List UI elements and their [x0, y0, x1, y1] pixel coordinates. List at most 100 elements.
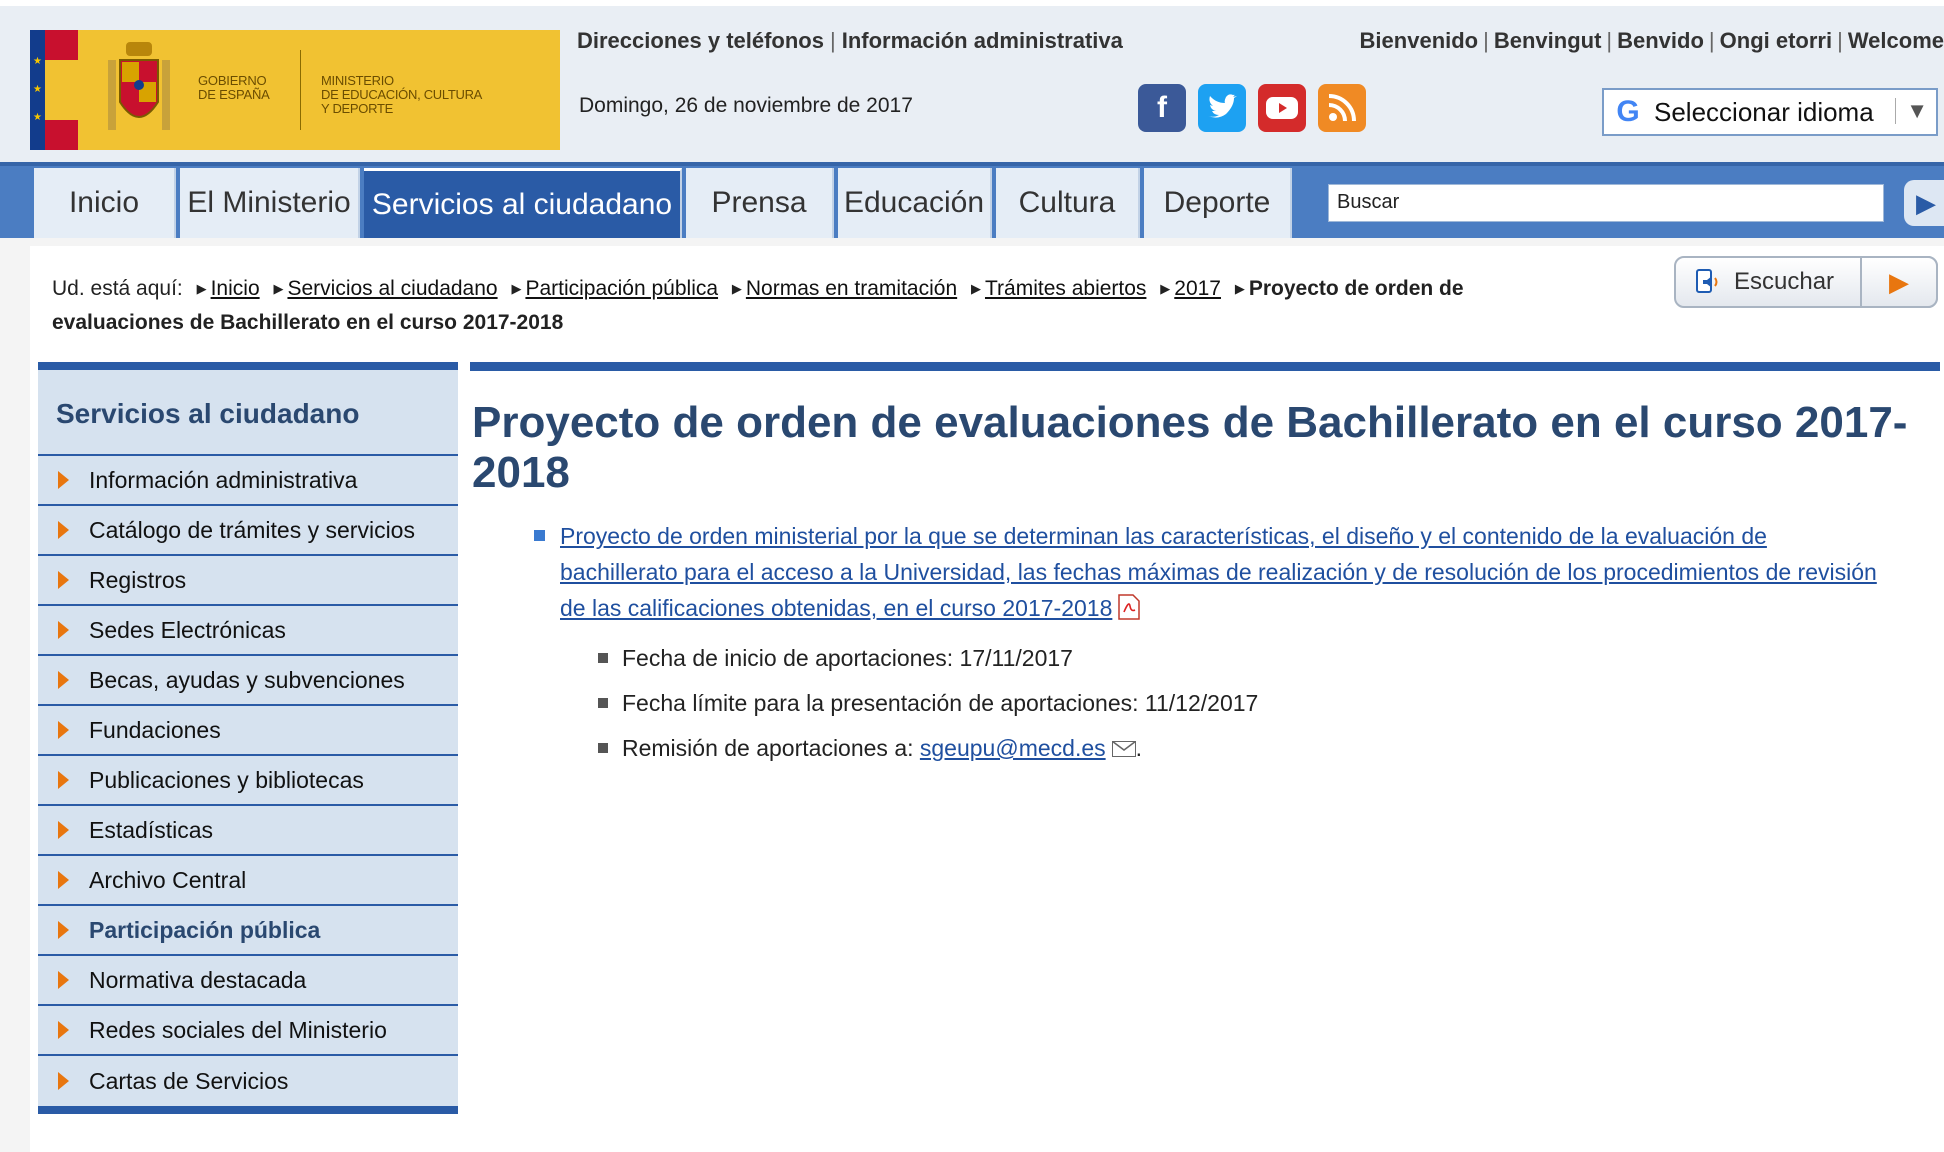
breadcrumb-link-normas[interactable]: Normas en tramitación	[746, 277, 957, 300]
sidebar-item-estadisticas[interactable]: Estadísticas	[38, 806, 458, 856]
sidebar-title: Servicios al ciudadano	[38, 370, 458, 456]
remit-end: .	[1135, 735, 1143, 761]
language-selector-label: Seleccionar idioma	[1654, 96, 1874, 127]
sidebar-item-participacion[interactable]: Participación pública	[38, 906, 458, 956]
sidebar: Servicios al ciudadano Información admin…	[38, 362, 458, 1114]
pdf-icon[interactable]	[1118, 594, 1141, 620]
sidebar-item-normativa[interactable]: Normativa destacada	[38, 956, 458, 1006]
social-links: f	[1138, 84, 1366, 132]
welcome-eu[interactable]: Ongi etorri	[1720, 28, 1832, 53]
chevron-right-icon	[58, 721, 69, 739]
sidebar-item-label: Información administrativa	[89, 466, 358, 493]
search-input[interactable]: Buscar	[1328, 184, 1884, 222]
listen-button[interactable]: Escuchar ▶	[1674, 256, 1938, 308]
site-header: ★ ★ ★ GOBIERNO DE ESPAÑA MINISTERIO DE EDU…	[0, 0, 1944, 162]
document-details: Fecha de inicio de aportaciones: 17/11/2…	[596, 636, 1890, 771]
link-informacion-administrativa[interactable]: Información administrativa	[842, 28, 1123, 53]
main-navigation: Inicio El Ministerio Servicios al ciudad…	[0, 162, 1944, 238]
sidebar-item-label: Redes sociales del Ministerio	[89, 1016, 387, 1043]
listen-label: Escuchar	[1734, 268, 1835, 295]
breadcrumb-link-servicios[interactable]: Servicios al ciudadano	[287, 277, 497, 300]
current-date: Domingo, 26 de noviembre de 2017	[579, 94, 913, 117]
government-logo[interactable]: ★ ★ ★ GOBIERNO DE ESPAÑA MINISTERIO DE EDU…	[30, 30, 560, 150]
chevron-right-icon	[58, 621, 69, 639]
breadcrumb-link-tramites[interactable]: Trámites abiertos	[985, 277, 1146, 300]
chevron-right-icon	[58, 871, 69, 889]
document-list: Proyecto de orden ministerial por la que…	[530, 518, 1890, 771]
chevron-right-icon	[58, 571, 69, 589]
chevron-down-icon: ▼	[1895, 98, 1928, 124]
remit-label: Remisión de aportaciones a:	[622, 735, 914, 761]
sidebar-item-label: Publicaciones y bibliotecas	[89, 766, 364, 793]
sidebar-item-label: Registros	[89, 566, 187, 593]
breadcrumb-link-inicio[interactable]: Inicio	[211, 277, 260, 300]
tab-educacion[interactable]: Educación	[838, 168, 992, 238]
chevron-right-icon	[58, 671, 69, 689]
tab-cultura[interactable]: Cultura	[996, 168, 1140, 238]
chevron-right-icon	[58, 971, 69, 989]
sidebar-item-becas[interactable]: Becas, ayudas y subvenciones	[38, 656, 458, 706]
chevron-right-icon	[58, 771, 69, 789]
chevron-right-icon	[58, 921, 69, 939]
sidebar-item-label: Estadísticas	[89, 816, 213, 843]
play-icon[interactable]: ▶	[1860, 256, 1938, 308]
sidebar-item-cartas[interactable]: Cartas de Servicios	[38, 1056, 458, 1106]
sidebar-item-fundaciones[interactable]: Fundaciones	[38, 706, 458, 756]
search-submit-button[interactable]: ▶	[1904, 180, 1944, 226]
tab-inicio[interactable]: Inicio	[34, 168, 176, 238]
sidebar-item-catalogo[interactable]: Catálogo de trámites y servicios	[38, 506, 458, 556]
sidebar-item-label: Cartas de Servicios	[89, 1067, 289, 1094]
sidebar-item-redes[interactable]: Redes sociales del Ministerio	[38, 1006, 458, 1056]
tab-deporte[interactable]: Deporte	[1144, 168, 1292, 238]
sidebar-item-label: Fundaciones	[89, 716, 221, 743]
play-arrow-icon: ▶	[1916, 187, 1936, 218]
mail-icon	[1111, 741, 1136, 757]
government-name: GOBIERNO DE ESPAÑA	[198, 73, 270, 102]
top-links: Direcciones y teléfonos | Información admi…	[577, 28, 1123, 53]
twitter-icon[interactable]	[1198, 84, 1246, 132]
sidebar-item-registros[interactable]: Registros	[38, 556, 458, 606]
breadcrumb-prefix: Ud. está aquí:	[52, 277, 183, 300]
detail-remit: Remisión de aportaciones a: sgeupu@mecd.…	[596, 726, 1890, 771]
list-item: Proyecto de orden ministerial por la que…	[530, 518, 1890, 626]
welcome-gl[interactable]: Benvido	[1617, 28, 1704, 53]
sidebar-item-label: Normativa destacada	[89, 966, 307, 993]
sidebar-item-label: Archivo Central	[89, 866, 247, 893]
chevron-right-icon	[58, 1021, 69, 1039]
tab-prensa[interactable]: Prensa	[686, 168, 834, 238]
chevron-right-icon	[58, 521, 69, 539]
sidebar-item-label: Catálogo de trámites y servicios	[89, 516, 415, 543]
chevron-right-icon	[58, 821, 69, 839]
chevron-right-icon	[58, 1072, 69, 1090]
breadcrumb-link-participacion[interactable]: Participación pública	[525, 277, 718, 300]
eu-spain-flag: ★ ★ ★	[30, 30, 78, 150]
google-icon: G	[1616, 95, 1640, 128]
main-top-bar	[470, 362, 1940, 371]
sidebar-item-informacion-administrativa[interactable]: Información administrativa	[38, 456, 458, 506]
sidebar-item-label: Becas, ayudas y subvenciones	[89, 666, 405, 693]
speaker-icon	[1692, 265, 1726, 299]
sidebar-item-archivo[interactable]: Archivo Central	[38, 856, 458, 906]
language-selector[interactable]: G Seleccionar idioma ▼	[1602, 88, 1938, 136]
coat-of-arms-icon	[78, 30, 198, 150]
sidebar-item-label: Participación pública	[89, 916, 321, 943]
welcome-es[interactable]: Bienvenido	[1360, 28, 1479, 53]
link-direcciones[interactable]: Direcciones y teléfonos	[577, 28, 824, 53]
welcome-ca[interactable]: Benvingut	[1494, 28, 1602, 53]
sidebar-item-sedes[interactable]: Sedes Electrónicas	[38, 606, 458, 656]
page-title: Proyecto de orden de evaluaciones de Bac…	[472, 398, 1908, 497]
youtube-icon[interactable]	[1258, 84, 1306, 132]
tab-servicios-al-ciudadano[interactable]: Servicios al ciudadano	[364, 168, 682, 238]
welcome-languages: Bienvenido | Benvingut | Benvido | Ongi etorri…	[1359, 28, 1944, 53]
breadcrumb: Ud. está aquí: ▶ Inicio ▶ Servicios al ciu…	[52, 277, 1464, 334]
breadcrumb-link-2017[interactable]: 2017	[1174, 277, 1221, 300]
rss-icon[interactable]	[1318, 84, 1366, 132]
email-link[interactable]: sgeupu@mecd.es	[920, 735, 1106, 761]
detail-start-date: Fecha de inicio de aportaciones: 17/11/2…	[596, 636, 1890, 681]
welcome-en[interactable]: Welcome	[1848, 28, 1944, 53]
sidebar-item-publicaciones[interactable]: Publicaciones y bibliotecas	[38, 756, 458, 806]
ministry-name: MINISTERIO DE EDUCACIÓN, CULTURA Y DEPOR…	[321, 73, 483, 116]
document-link[interactable]: Proyecto de orden ministerial por la que…	[560, 523, 1877, 621]
facebook-icon[interactable]: f	[1138, 84, 1186, 132]
tab-el-ministerio[interactable]: El Ministerio	[180, 168, 360, 238]
